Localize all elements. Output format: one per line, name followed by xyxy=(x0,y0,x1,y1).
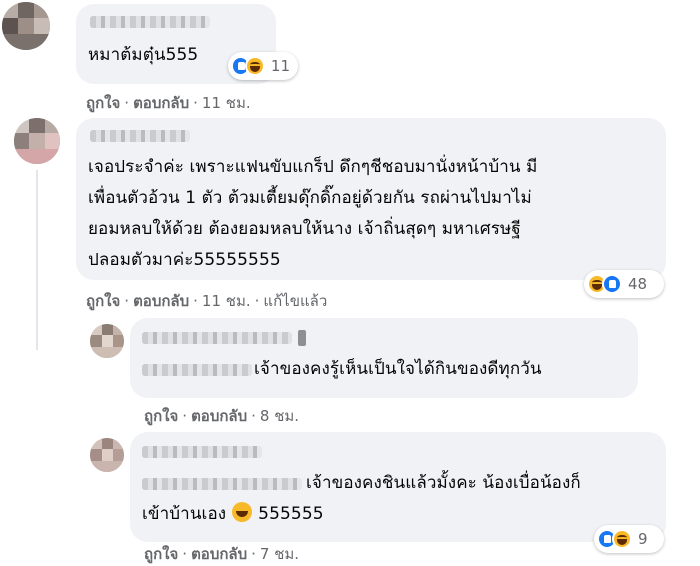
reply-link[interactable]: ตอบกลับ xyxy=(191,407,247,425)
separator: · xyxy=(124,292,130,310)
author-name-inline[interactable] xyxy=(142,364,252,376)
reply-text: เจ้าของคงรู้เห็นเป็นใจได้กินของดีทุกวัน xyxy=(254,359,542,379)
comment-text-line: เพื่อนตัวอ้วน 1 ตัว ต้วมเตี้ยมดุ๊กดิ๊กอย… xyxy=(88,188,532,208)
reaction-count: 48 xyxy=(628,275,648,293)
author-name[interactable] xyxy=(142,446,262,458)
reply-link[interactable]: ตอบกลับ xyxy=(191,545,247,563)
avatar[interactable] xyxy=(2,2,50,50)
haha-icon xyxy=(245,56,265,76)
avatar[interactable] xyxy=(14,118,60,164)
avatar[interactable] xyxy=(90,324,124,358)
separator: · xyxy=(182,545,188,563)
reaction-count: 11 xyxy=(270,57,290,75)
reply-text-line: เจ้าของคงชินแล้วมั้งคะ น้องเบื่อน้องก็ xyxy=(306,473,581,493)
reaction-summary[interactable]: 11 xyxy=(228,52,298,80)
reaction-summary[interactable]: 48 xyxy=(584,270,664,298)
comment-text-line: เจอประจำค่ะ เพราะแฟนขับแกร็ป ดึกๆชีชอบมา… xyxy=(88,157,538,177)
separator: · xyxy=(254,292,260,310)
reply-text-line: เข้าบ้านเอง 555555 xyxy=(142,499,324,530)
author-name[interactable] xyxy=(142,332,292,344)
reply-link[interactable]: ตอบกลับ xyxy=(133,292,189,310)
comment-actions: ถูกใจ · ตอบกลับ · 11 ชม. xyxy=(86,91,251,115)
separator: · xyxy=(182,407,188,425)
separator: · xyxy=(251,545,256,563)
comment-text-line: ยอมหลบให้ด้วย ต้องยอมหลบให้นาง เจ้าถิ่นส… xyxy=(88,219,521,239)
author-name[interactable] xyxy=(90,130,190,142)
like-link[interactable]: ถูกใจ xyxy=(144,407,178,425)
reply-text-line: 555555 xyxy=(258,504,324,524)
reply-link[interactable]: ตอบกลับ xyxy=(133,94,189,112)
edited-label[interactable]: แก้ไขแล้ว xyxy=(263,292,327,310)
timestamp[interactable]: 8 ชม. xyxy=(260,407,299,425)
like-link[interactable]: ถูกใจ xyxy=(86,94,120,112)
separator: · xyxy=(251,407,256,425)
comment-bubble: เจอประจำค่ะ เพราะแฟนขับแกร็ป ดึกๆชีชอบมา… xyxy=(76,118,666,280)
comment-actions: ถูกใจ · ตอบกลับ · 11 ชม. · แก้ไขแล้ว xyxy=(86,289,327,313)
comment-text: หมาต้มตุ๋น555 xyxy=(88,45,199,65)
avatar[interactable] xyxy=(90,438,124,472)
rolling-laughing-emoji-icon xyxy=(232,502,253,522)
separator: · xyxy=(124,94,130,112)
thread-line xyxy=(36,170,38,350)
timestamp[interactable]: 7 ชม. xyxy=(260,545,299,563)
timestamp[interactable]: 11 ชม. xyxy=(202,292,251,310)
reaction-summary[interactable]: 9 xyxy=(594,525,664,553)
separator: · xyxy=(193,94,198,112)
author-name-inline[interactable] xyxy=(142,478,302,490)
author-name[interactable] xyxy=(90,16,210,28)
like-link[interactable]: ถูกใจ xyxy=(86,292,120,310)
like-icon xyxy=(602,274,622,294)
reply-text-line: เข้าบ้านเอง xyxy=(142,504,227,524)
reply-bubble: เจ้าของคงรู้เห็นเป็นใจได้กินของดีทุกวัน xyxy=(130,318,638,398)
like-link[interactable]: ถูกใจ xyxy=(144,545,178,563)
reaction-count: 9 xyxy=(638,530,648,548)
timestamp[interactable]: 11 ชม. xyxy=(202,94,251,112)
author-name-end xyxy=(298,330,306,346)
separator: · xyxy=(193,292,198,310)
comment-text-line: ปลอมตัวมาค่ะ55555555 xyxy=(88,250,281,270)
haha-icon xyxy=(612,529,632,549)
reply-bubble: เจ้าของคงชินแล้วมั้งคะ น้องเบื่อน้องก็ เ… xyxy=(130,432,666,542)
comment-actions: ถูกใจ · ตอบกลับ · 8 ชม. xyxy=(144,404,299,428)
comment-actions: ถูกใจ · ตอบกลับ · 7 ชม. xyxy=(144,542,299,566)
